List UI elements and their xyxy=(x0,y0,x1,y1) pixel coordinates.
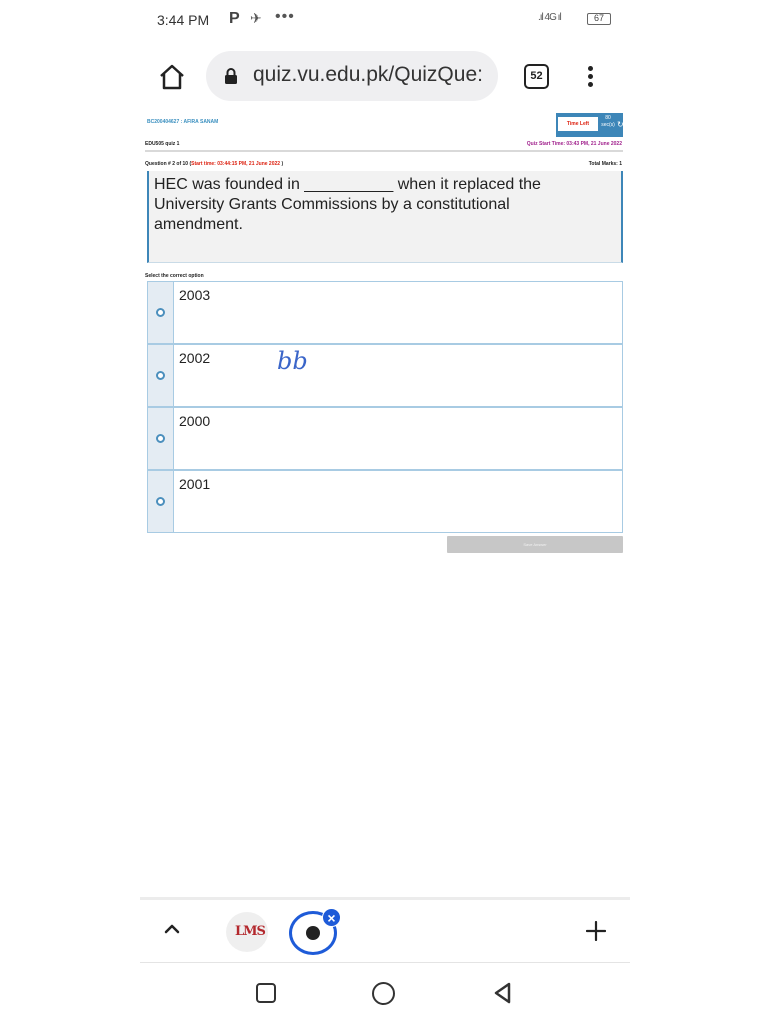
tab-lms[interactable]: LMS xyxy=(226,912,268,952)
time-left-label: Time Left xyxy=(558,117,598,131)
battery-icon: 67 xyxy=(587,13,611,25)
option-label: 2003 xyxy=(179,287,211,303)
tab-current[interactable]: × xyxy=(289,908,341,955)
question-start-time: Start time: 03:44:15 PM, 21 June 2022 xyxy=(191,161,281,167)
recents-button[interactable] xyxy=(256,983,276,1003)
more-notifications-icon: ••• xyxy=(275,8,295,25)
option-label: 2001 xyxy=(179,476,211,492)
option-label: 2000 xyxy=(179,413,211,429)
close-tab-icon[interactable]: × xyxy=(322,908,341,927)
globe-icon xyxy=(306,926,320,940)
lms-logo: LMS xyxy=(235,924,266,939)
signal-icon: .ıl 4G ıl xyxy=(538,12,562,23)
time-left-value: 80 sec(s) xyxy=(601,115,615,128)
option-radio[interactable] xyxy=(156,497,165,506)
select-option-label: Select the correct option xyxy=(145,273,204,279)
student-id: BC200404627 : AFIRA SANAM xyxy=(147,119,219,125)
total-marks: Total Marks: 1 xyxy=(588,161,622,167)
option-radio[interactable] xyxy=(156,371,165,380)
url-text: quiz.vu.edu.pk/QuizQue: xyxy=(253,63,483,86)
toolbar-divider xyxy=(140,962,630,963)
toolbar-divider xyxy=(140,897,630,900)
home-button[interactable] xyxy=(372,982,395,1005)
overflow-menu-icon[interactable] xyxy=(584,64,598,90)
option-radio[interactable] xyxy=(156,308,165,317)
time-left-box: Time Left 80 sec(s) ↻ xyxy=(556,113,624,137)
handwritten-mark: bb xyxy=(277,347,308,375)
divider xyxy=(145,150,623,152)
quiz-start-time: Quiz Start Time: 03:43 PM, 21 June 2022 xyxy=(526,141,622,147)
question-box: HEC was founded in __________ when it re… xyxy=(147,171,623,263)
address-bar[interactable]: quiz.vu.edu.pk/QuizQue: xyxy=(206,51,498,101)
status-time: 3:44 PM xyxy=(157,12,210,28)
question-text: HEC was founded in __________ when it re… xyxy=(154,176,541,233)
status-bar: 3:44 PM P ✈ ••• .ıl 4G ıl 67 xyxy=(140,8,630,34)
option-row[interactable]: 2003 xyxy=(147,281,623,344)
back-button[interactable] xyxy=(492,982,514,1004)
app-notification-icon: ✈ xyxy=(250,10,262,26)
option-row[interactable]: 2000 xyxy=(147,407,623,470)
option-label: 2002 xyxy=(179,350,211,366)
course-label: EDU505 quiz 1 xyxy=(145,141,180,147)
option-row[interactable]: 2002 bb xyxy=(147,344,623,407)
quiz-page: BC200404627 : AFIRA SANAM Time Left 80 s… xyxy=(145,113,624,558)
option-radio[interactable] xyxy=(156,434,165,443)
tab-switcher-button[interactable]: 52 xyxy=(524,64,549,89)
chevron-up-icon[interactable] xyxy=(163,921,181,935)
lock-icon xyxy=(224,68,238,84)
question-number: Question # 2 of 10 (Start time: 03:44:15… xyxy=(145,161,284,167)
refresh-icon[interactable]: ↻ xyxy=(617,120,624,129)
home-icon[interactable] xyxy=(158,64,186,90)
new-tab-icon[interactable] xyxy=(585,920,607,942)
option-row[interactable]: 2001 xyxy=(147,470,623,533)
save-answer-button[interactable]: Save Answer xyxy=(447,536,623,553)
parking-notification-icon: P xyxy=(229,10,240,27)
